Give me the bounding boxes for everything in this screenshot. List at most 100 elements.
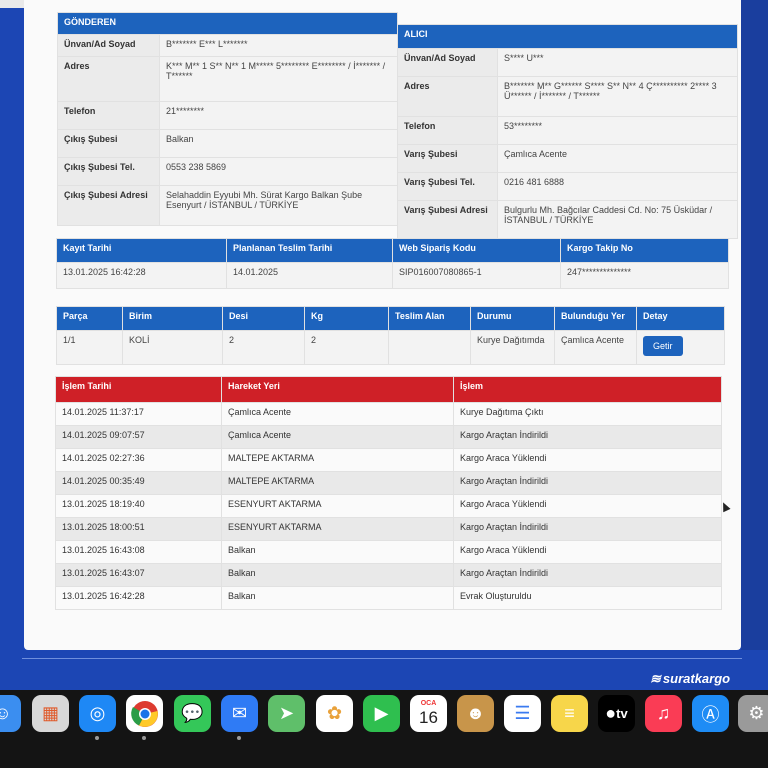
sender-phone-value: 21******** — [158, 101, 399, 130]
departure-branch-label: Çıkış Şubesi — [57, 129, 160, 158]
movement-operation: Kargo Araca Yüklendi — [453, 448, 722, 472]
receiver-phone-label: Telefon — [397, 116, 498, 145]
messages-icon[interactable]: 💬 — [174, 695, 211, 732]
departure-branch-phone-value: 0553 238 5869 — [158, 157, 399, 186]
receiver-address-value: B******* M** G****** S**** S** N** 4 Ç**… — [497, 76, 738, 117]
safari-icon[interactable]: ◎ — [79, 695, 116, 732]
movement-location: ESENYURT AKTARMA — [221, 517, 454, 541]
movement-date: 14.01.2025 00:35:49 — [55, 471, 222, 495]
movement-operation: Kargo Araca Yüklendi — [453, 540, 722, 564]
movement-date: 13.01.2025 16:42:28 — [55, 586, 222, 610]
arrival-branch-address-value: Bulgurlu Mh. Bağcılar Caddesi Cd. No: 75… — [497, 200, 738, 239]
arrival-branch-value: Çamlıca Acente — [497, 144, 738, 173]
movement-operation: Evrak Oluşturuldu — [453, 586, 722, 610]
movement-operation: Kargo Araçtan İndirildi — [453, 517, 722, 541]
table-row: 14.01.2025 02:27:36 MALTEPE AKTARMA Karg… — [55, 448, 722, 472]
movement-location: MALTEPE AKTARMA — [221, 471, 454, 495]
table-row: 13.01.2025 18:00:51 ESENYURT AKTARMA Kar… — [55, 517, 722, 541]
movement-location-header: Hareket Yeri — [221, 376, 454, 403]
arrival-branch-label: Varış Şubesi — [397, 144, 498, 173]
piece-header: Parça — [56, 306, 123, 331]
maps-icon[interactable]: ➤ — [268, 695, 305, 732]
running-indicator — [142, 736, 146, 740]
calendar-month: OCA — [420, 700, 437, 707]
movement-location: Çamlıca Acente — [221, 402, 454, 426]
status-header: Durumu — [470, 306, 555, 331]
receiver-phone-value: 53******** — [497, 116, 738, 145]
departure-branch-phone-label: Çıkış Şubesi Tel. — [57, 157, 160, 186]
receiver-address-label: Adres — [397, 76, 498, 117]
footer-divider — [22, 658, 742, 659]
planned-delivery-header: Planlanan Teslim Tarihi — [226, 238, 393, 263]
screen-edge — [741, 0, 768, 650]
finder-icon[interactable]: ☺ — [0, 695, 21, 732]
sender-address-label: Adres — [57, 56, 160, 102]
movement-operation: Kargo Araçtan İndirildi — [453, 471, 722, 495]
movement-date: 14.01.2025 02:27:36 — [55, 448, 222, 472]
photos-icon[interactable]: ✿ — [316, 695, 353, 732]
operation-date-header: İşlem Tarihi — [55, 376, 222, 403]
calendar-icon[interactable]: OCA 16 — [410, 695, 447, 732]
table-row: 14.01.2025 11:37:17 Çamlıca Acente Kurye… — [55, 402, 722, 426]
table-row: 13.01.2025 16:43:08 Balkan Kargo Araca Y… — [55, 540, 722, 564]
movement-operation: Kurye Dağıtıma Çıktı — [453, 402, 722, 426]
departure-branch-address-value: Selahaddin Eyyubi Mh. Sürat Kargo Balkan… — [158, 185, 399, 226]
movement-date: 13.01.2025 18:00:51 — [55, 517, 222, 541]
suratkargo-logo: ≋ suratkargo — [650, 671, 730, 687]
table-row: 14.01.2025 00:35:49 MALTEPE AKTARMA Karg… — [55, 471, 722, 495]
launchpad-icon[interactable]: ▦ — [32, 695, 69, 732]
sender-name-value: B******* E*** L******* — [158, 34, 399, 57]
detail-cell: Getir — [636, 330, 725, 365]
desi-header: Desi — [222, 306, 305, 331]
mail-icon[interactable]: ✉ — [221, 695, 258, 732]
tracking-number-header: Kargo Takip No — [560, 238, 729, 263]
reminders-icon[interactable]: ☰ — [504, 695, 541, 732]
settings-icon[interactable]: ⚙ — [738, 695, 768, 732]
movement-location: Çamlıca Acente — [221, 425, 454, 449]
sender-phone-label: Telefon — [57, 101, 160, 130]
receiver-header: ALICI — [397, 24, 738, 49]
sender-header: GÖNDEREN — [56, 12, 399, 35]
kg-header: Kg — [304, 306, 389, 331]
getir-button[interactable]: Getir — [643, 336, 683, 356]
desi-value: 2 — [222, 330, 305, 365]
movement-location: Balkan — [221, 563, 454, 587]
appstore-icon[interactable]: Ⓐ — [692, 695, 729, 732]
running-indicator — [237, 736, 241, 740]
movement-date: 14.01.2025 09:07:57 — [55, 425, 222, 449]
movement-location: ESENYURT AKTARMA — [221, 494, 454, 518]
calendar-day: 16 — [419, 708, 438, 727]
sender-address-value: K*** M** 1 S** N** 1 M***** 5******** E*… — [158, 56, 399, 102]
apple-logo-icon: ● — [605, 703, 617, 723]
music-icon[interactable]: ♫ — [645, 695, 682, 732]
movement-operation: Kargo Araçtan İndirildi — [453, 425, 722, 449]
logo-text: suratkargo — [662, 671, 731, 686]
arrival-branch-phone-label: Varış Şubesi Tel. — [397, 172, 498, 201]
status-value: Kurye Dağıtımda — [470, 330, 555, 365]
tracking-number-value: 247************** — [560, 262, 729, 289]
notes-icon[interactable]: ≡ — [551, 695, 588, 732]
receiver-table: ALICI Ünvan/Ad Soyad S**** U*** Adres B***… — [397, 24, 738, 239]
registration-date-header: Kayıt Tarihi — [56, 238, 227, 263]
received-by-value — [388, 330, 471, 365]
dock: ☺ ▦ ◎ 💬 ✉ ➤ ✿ ▶ OCA 16 ☻ ☰ ≡ ● tv ♫ Ⓐ ⚙ — [0, 690, 768, 768]
movement-date: 14.01.2025 11:37:17 — [55, 402, 222, 426]
shipment-table: Kayıt Tarihi Planlanan Teslim Tarihi Web… — [56, 238, 729, 289]
received-by-header: Teslim Alan — [388, 306, 471, 331]
sender-name-label: Ünvan/Ad Soyad — [57, 34, 160, 57]
operation-header: İşlem — [453, 376, 722, 403]
sender-table: GÖNDEREN Ünvan/Ad Soyad B******* E*** L**… — [56, 12, 399, 226]
facetime-icon[interactable]: ▶ — [363, 695, 400, 732]
movement-date: 13.01.2025 16:43:07 — [55, 563, 222, 587]
movement-date: 13.01.2025 18:19:40 — [55, 494, 222, 518]
location-value: Çamlıca Acente — [554, 330, 637, 365]
contacts-icon[interactable]: ☻ — [457, 695, 494, 732]
kg-value: 2 — [304, 330, 389, 365]
movement-operation: Kargo Araçtan İndirildi — [453, 563, 722, 587]
logo-swoosh-icon: ≋ — [650, 671, 661, 686]
table-row: 13.01.2025 16:43:07 Balkan Kargo Araçtan… — [55, 563, 722, 587]
movement-location: MALTEPE AKTARMA — [221, 448, 454, 472]
web-order-code-header: Web Sipariş Kodu — [392, 238, 561, 263]
appletv-icon[interactable]: ● tv — [598, 695, 635, 732]
chrome-icon[interactable] — [126, 695, 163, 732]
